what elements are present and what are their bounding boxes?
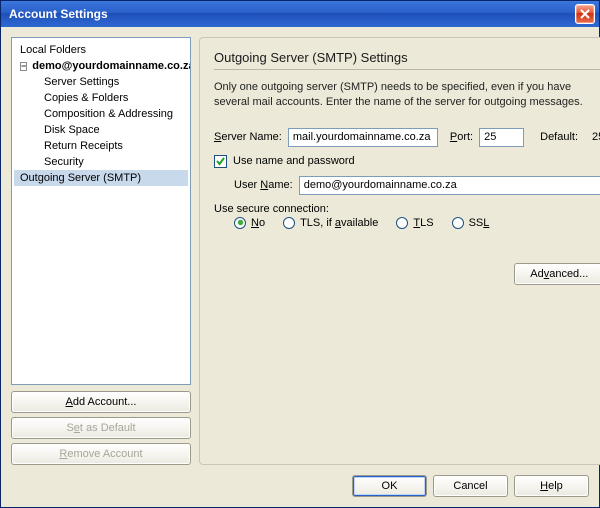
tree-return-receipts[interactable]: Return Receipts	[14, 138, 188, 154]
close-icon[interactable]	[575, 4, 595, 24]
tree-return-receipts-label: Return Receipts	[44, 140, 123, 152]
tree-account[interactable]: − demo@yourdomainname.co.za	[14, 58, 188, 74]
use-name-password-label: Use name and password	[233, 155, 355, 167]
tree-outgoing-server-label: Outgoing Server (SMTP)	[20, 172, 141, 184]
radio-ssl-indicator	[452, 217, 464, 229]
tree-account-label: demo@yourdomainname.co.za	[32, 60, 191, 72]
tree-server-settings[interactable]: Server Settings	[14, 74, 188, 90]
tree-composition-addressing-label: Composition & Addressing	[44, 108, 173, 120]
radio-tls[interactable]: TLS	[396, 217, 433, 229]
server-name-row: Server Name: Port: Default: 25	[214, 128, 600, 147]
add-account-label: Add Account...	[66, 396, 137, 408]
radio-no[interactable]: No	[234, 217, 265, 229]
titlebar[interactable]: Account Settings	[1, 1, 599, 27]
cancel-button[interactable]: Cancel	[433, 475, 508, 497]
advanced-label: Advanced...	[530, 268, 588, 280]
window-title: Account Settings	[9, 7, 108, 21]
help-button[interactable]: Help	[514, 475, 589, 497]
tree-outgoing-server[interactable]: Outgoing Server (SMTP)	[14, 170, 188, 186]
set-default-label: Set as Default	[66, 422, 135, 434]
radio-no-indicator	[234, 217, 246, 229]
username-input[interactable]	[299, 176, 600, 195]
cancel-label: Cancel	[453, 480, 487, 492]
set-default-button: Set as Default	[11, 417, 191, 439]
port-input[interactable]	[479, 128, 524, 147]
tree-composition-addressing[interactable]: Composition & Addressing	[14, 106, 188, 122]
radio-no-label: No	[251, 217, 265, 229]
account-settings-dialog: Account Settings Local Folders − demo@yo…	[0, 0, 600, 508]
radio-ssl[interactable]: SSL	[452, 217, 490, 229]
radio-tls-available-label: TLS, if available	[300, 217, 378, 229]
secure-connection-label: Use secure connection:	[214, 203, 600, 215]
dialog-buttons: OK Cancel Help	[11, 475, 589, 497]
radio-ssl-label: SSL	[469, 217, 490, 229]
ok-label: OK	[382, 480, 398, 492]
collapse-icon[interactable]: −	[20, 62, 27, 71]
ok-button[interactable]: OK	[352, 475, 427, 497]
accounts-sidebar: Local Folders − demo@yourdomainname.co.z…	[11, 37, 191, 465]
default-port-value: 25	[592, 131, 600, 143]
use-name-password-checkbox[interactable]	[214, 155, 227, 168]
smtp-group: Outgoing Server (SMTP) Settings Only one…	[199, 37, 600, 465]
tree-security[interactable]: Security	[14, 154, 188, 170]
username-row: User Name:	[234, 176, 600, 195]
help-label: Help	[540, 480, 563, 492]
tree-local-folders[interactable]: Local Folders	[14, 42, 188, 58]
secure-connection-radios: No TLS, if available TLS SSL	[234, 217, 600, 229]
server-name-input[interactable]	[288, 128, 438, 147]
radio-tls-available[interactable]: TLS, if available	[283, 217, 378, 229]
add-account-button[interactable]: Add Account...	[11, 391, 191, 413]
server-name-label: Server Name:	[214, 131, 282, 143]
radio-tls-label: TLS	[413, 217, 433, 229]
settings-panel: Outgoing Server (SMTP) Settings Only one…	[199, 37, 600, 465]
tree-security-label: Security	[44, 156, 84, 168]
username-label: User Name:	[234, 179, 293, 191]
tree-copies-folders-label: Copies & Folders	[44, 92, 128, 104]
client-area: Local Folders − demo@yourdomainname.co.z…	[1, 27, 599, 507]
remove-account-label: Remove Account	[59, 448, 142, 460]
tree-disk-space-label: Disk Space	[44, 124, 100, 136]
tree-copies-folders[interactable]: Copies & Folders	[14, 90, 188, 106]
tree-local-folders-label: Local Folders	[20, 44, 86, 56]
panel-description: Only one outgoing server (SMTP) needs to…	[214, 80, 600, 110]
panel-title: Outgoing Server (SMTP) Settings	[214, 50, 600, 70]
advanced-button[interactable]: Advanced...	[514, 263, 600, 285]
use-auth-row: Use name and password	[214, 155, 600, 168]
accounts-tree[interactable]: Local Folders − demo@yourdomainname.co.z…	[11, 37, 191, 385]
default-port-label: Default:	[540, 131, 578, 143]
tree-disk-space[interactable]: Disk Space	[14, 122, 188, 138]
remove-account-button: Remove Account	[11, 443, 191, 465]
radio-tls-indicator	[396, 217, 408, 229]
tree-server-settings-label: Server Settings	[44, 76, 119, 88]
radio-tls-available-indicator	[283, 217, 295, 229]
port-label: Port:	[450, 131, 473, 143]
